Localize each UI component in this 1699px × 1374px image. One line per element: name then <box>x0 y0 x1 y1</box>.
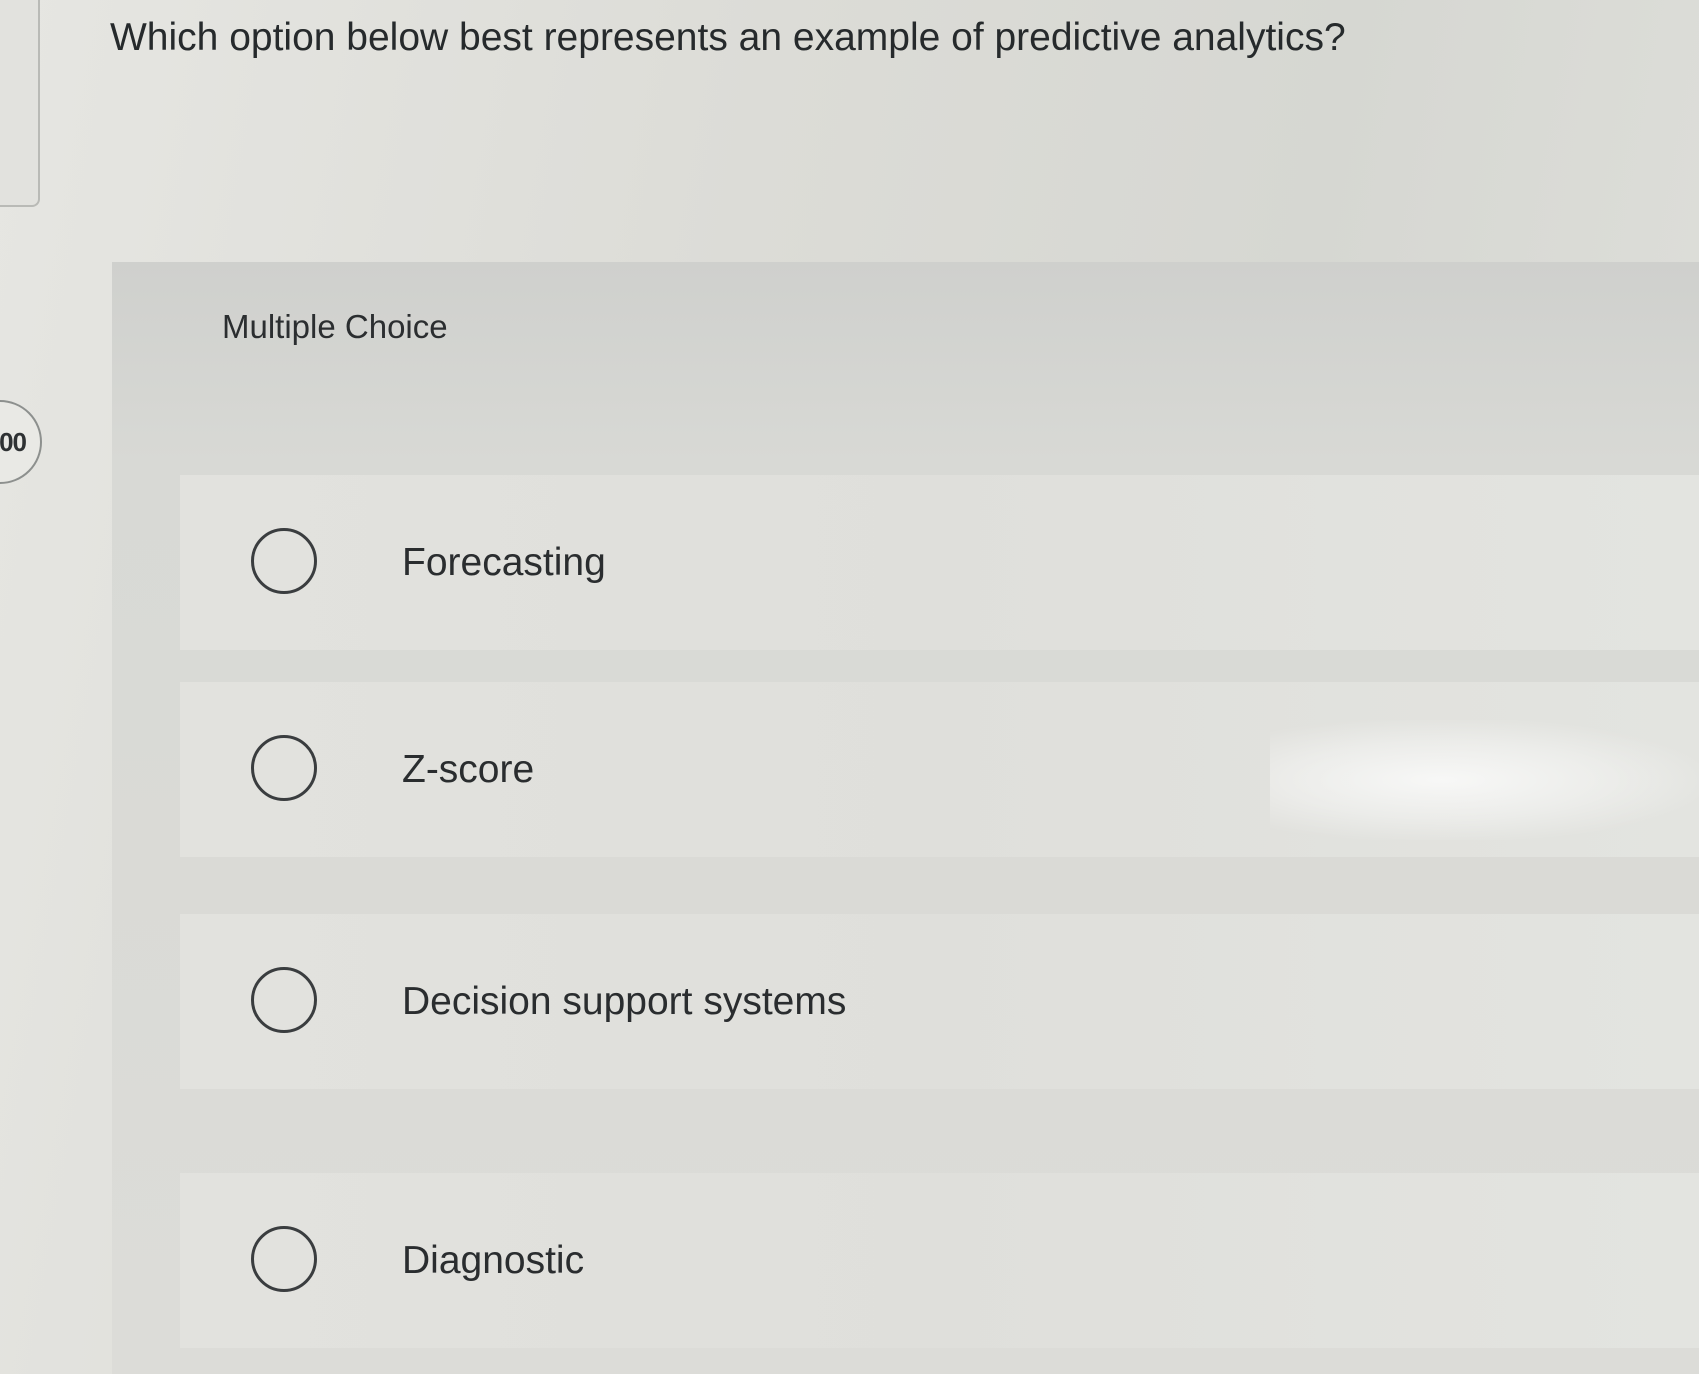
quiz-page: 00 Which option below best represents an… <box>0 0 1699 1374</box>
answer-option[interactable]: Decision support systems <box>180 914 1699 1089</box>
side-panel-edge <box>0 0 40 207</box>
answer-option-label: Decision support systems <box>402 979 847 1023</box>
answer-option[interactable]: Z-score <box>180 682 1699 857</box>
radio-button[interactable] <box>251 966 317 1033</box>
question-type-label: Multiple Choice <box>222 308 448 345</box>
radio-button[interactable] <box>251 734 317 801</box>
answer-option[interactable]: Forecasting <box>180 475 1699 650</box>
answer-option[interactable]: Diagnostic <box>180 1173 1699 1348</box>
question-number-badge: 00 <box>0 400 42 484</box>
radio-button[interactable] <box>251 1225 317 1292</box>
answer-option-label: Z-score <box>402 747 535 791</box>
question-prompt: Which option below best represents an ex… <box>110 16 1346 59</box>
answer-option-label: Forecasting <box>402 540 606 584</box>
question-number: 00 <box>0 426 27 457</box>
radio-button[interactable] <box>251 527 317 594</box>
answer-option-label: Diagnostic <box>402 1238 585 1282</box>
